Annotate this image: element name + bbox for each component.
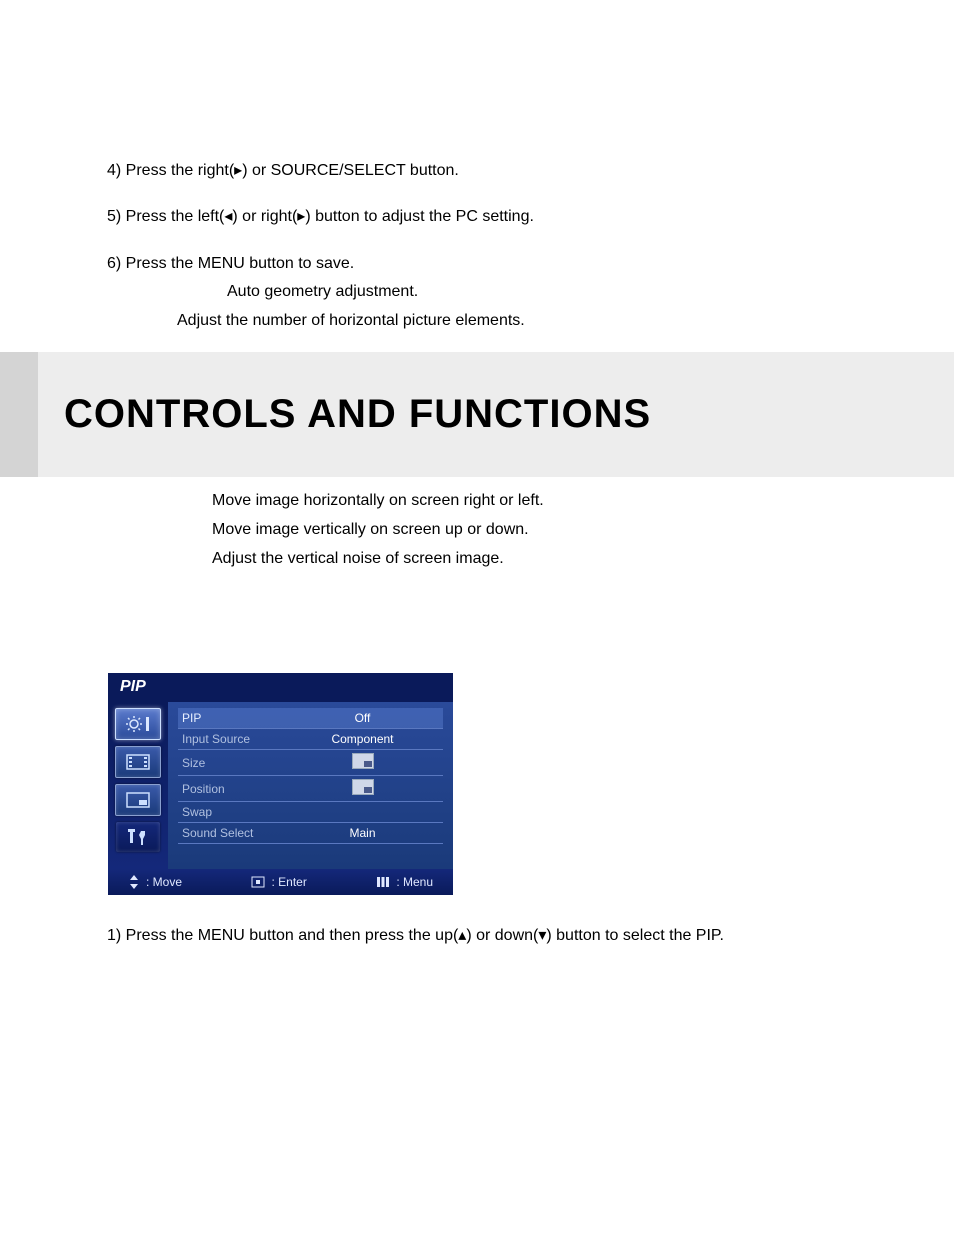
osd-menu: PIP [108,673,453,895]
step-4: 4) Press the right(▸) or SOURCE/SELECT b… [107,160,954,182]
pip-box-icon [352,753,374,769]
sidebar-item-setup[interactable] [116,822,160,852]
osd-row-value: Off [282,711,443,725]
osd-row[interactable]: Size [178,750,443,776]
osd-row-label: Size [178,756,282,770]
osd-row-value [282,753,443,772]
sidebar-item-pip[interactable] [115,784,161,816]
osd-main-panel: PIPOffInput SourceComponentSizePositionS… [168,702,453,869]
pip-box-icon [352,779,374,795]
banner-title: CONTROLS AND FUNCTIONS [64,392,651,437]
intro-block: 4) Press the right(▸) or SOURCE/SELECT b… [0,0,954,332]
hint-move-label: : Move [146,875,182,889]
sun-icon [124,714,152,734]
osd-row-label: Sound Select [178,826,282,840]
osd-row-value: Component [282,732,443,746]
osd-row-label: Position [178,782,282,796]
osd-sidebar [108,702,168,869]
menu-icon [376,876,390,888]
film-icon [125,753,151,771]
step-6-sub1: Auto geometry adjustment. [107,281,954,303]
tools-icon [125,827,151,847]
post-line-3: Adjust the vertical noise of screen imag… [212,545,954,574]
step-5: 5) Press the left(◂) or right(▸) button … [107,206,954,228]
osd-row[interactable]: Swap [178,802,443,823]
step-6-sub2: Adjust the number of horizontal picture … [107,310,954,332]
hint-enter: : Enter [251,875,306,889]
hint-move: : Move [128,875,182,889]
osd-row[interactable]: Position [178,776,443,802]
updown-icon [128,875,140,889]
banner-tab [0,352,38,477]
post-line-1: Move image horizontally on screen right … [212,487,954,516]
osd-title: PIP [108,673,453,702]
pip-icon [125,791,151,809]
osd-row[interactable]: Sound SelectMain [178,823,443,844]
bottom-step-1: 1) Press the MENU button and then press … [107,925,954,945]
osd-row-label: Input Source [178,732,282,746]
osd-row-value: Main [282,826,443,840]
hint-enter-label: : Enter [271,875,306,889]
osd-footer: : Move : Enter : Menu [108,869,453,895]
sidebar-item-screen[interactable] [115,746,161,778]
enter-icon [251,876,265,888]
section-banner: CONTROLS AND FUNCTIONS [0,352,954,477]
post-banner-text: Move image horizontally on screen right … [0,477,954,573]
osd-row[interactable]: Input SourceComponent [178,729,443,750]
hint-menu: : Menu [376,875,433,889]
osd-row-value [282,779,443,798]
post-line-2: Move image vertically on screen up or do… [212,516,954,545]
osd-row-label: PIP [178,711,282,725]
osd-row-label: Swap [178,805,282,819]
bottom-text: 1) Press the MENU button and then press … [0,895,954,945]
step-6: 6) Press the MENU button to save. [107,253,954,275]
hint-menu-label: : Menu [396,875,433,889]
sidebar-item-picture[interactable] [115,708,161,740]
osd-row[interactable]: PIPOff [178,708,443,729]
